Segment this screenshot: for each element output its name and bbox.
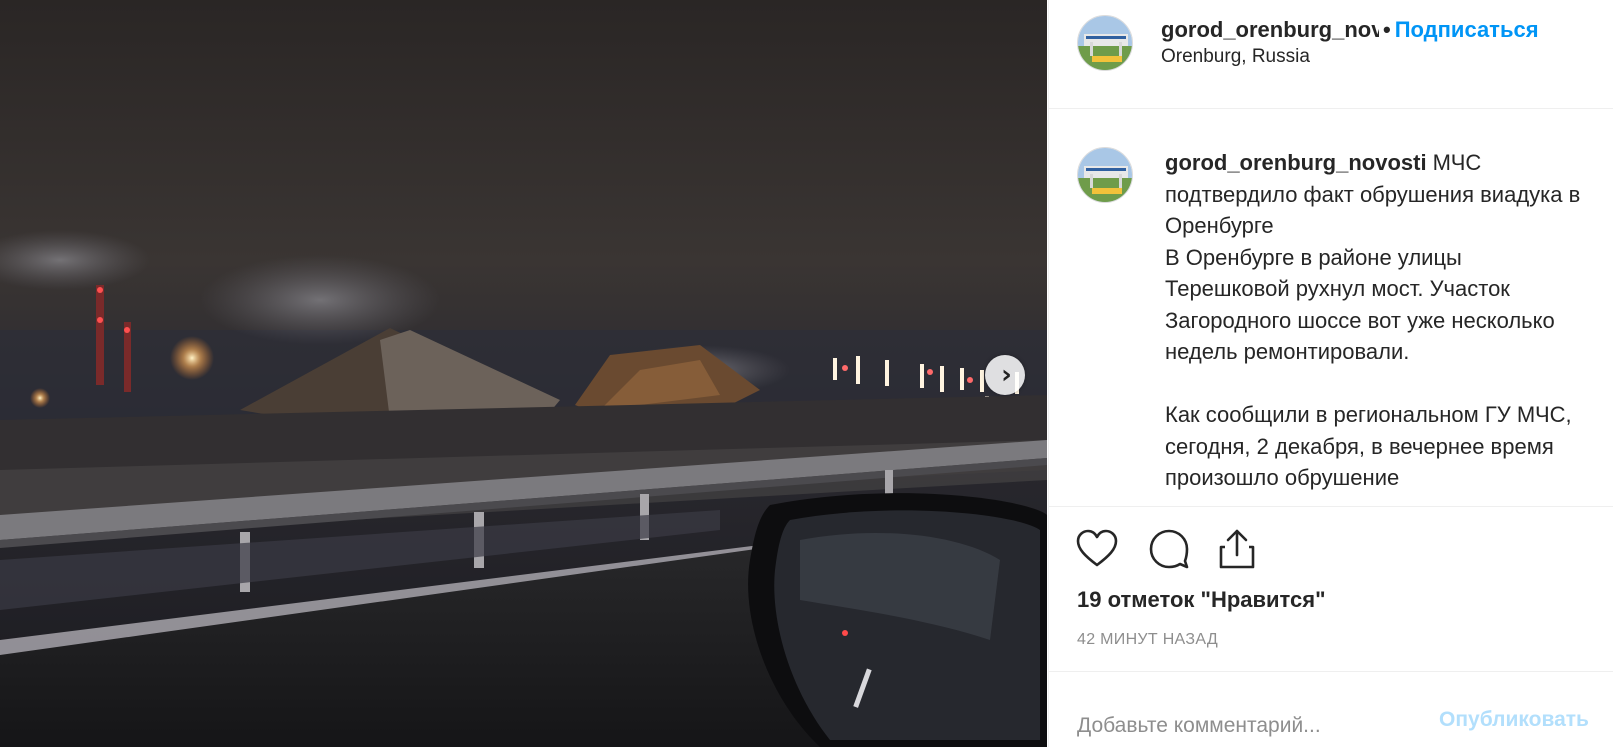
caption-text: МЧС подтвердило факт обрушения виадука в… (1165, 150, 1581, 490)
post-timestamp[interactable]: 42 МИНУТ НАЗАД (1077, 631, 1218, 649)
post-image (0, 0, 1047, 747)
likes-count[interactable]: 19 отметок "Нравится" (1077, 587, 1326, 613)
heart-icon (1076, 529, 1118, 567)
comments-section[interactable]: gorod_orenburg_novosti МЧС подтвердило ф… (1049, 109, 1613, 506)
post-caption: gorod_orenburg_novosti МЧС подтвердило ф… (1165, 147, 1585, 494)
comment-icon (1149, 529, 1189, 569)
comment-button[interactable] (1147, 527, 1191, 571)
avatar[interactable] (1077, 15, 1133, 71)
avatar-image (1078, 16, 1132, 70)
post-sidebar: gorod_orenburg_novosti•Подписаться Orenb… (1048, 0, 1613, 747)
follow-button[interactable]: Подписаться (1395, 17, 1539, 42)
caption-username[interactable]: gorod_orenburg_novosti (1165, 150, 1427, 175)
post-actions: 19 отметок "Нравится" 42 МИНУТ НАЗАД (1049, 506, 1613, 672)
comment-input[interactable] (1077, 706, 1407, 746)
add-comment-form: Опубликовать (1049, 671, 1613, 748)
caption-avatar[interactable] (1077, 147, 1133, 203)
post-photo[interactable]: › (0, 0, 1047, 747)
next-photo-button[interactable]: › (985, 355, 1025, 395)
avatar-image (1078, 148, 1132, 202)
post-header: gorod_orenburg_novosti•Подписаться Orenb… (1049, 0, 1613, 109)
chevron-right-icon: › (1001, 360, 1012, 390)
publish-button[interactable]: Опубликовать (1439, 708, 1589, 732)
header-title: gorod_orenburg_novosti•Подписаться (1161, 15, 1601, 45)
separator-dot: • (1383, 17, 1391, 42)
share-icon (1219, 529, 1255, 569)
share-button[interactable] (1215, 527, 1259, 571)
header-username[interactable]: gorod_orenburg_novosti (1161, 15, 1379, 45)
like-button[interactable] (1075, 527, 1119, 571)
location-link[interactable]: Orenburg, Russia (1161, 46, 1310, 68)
